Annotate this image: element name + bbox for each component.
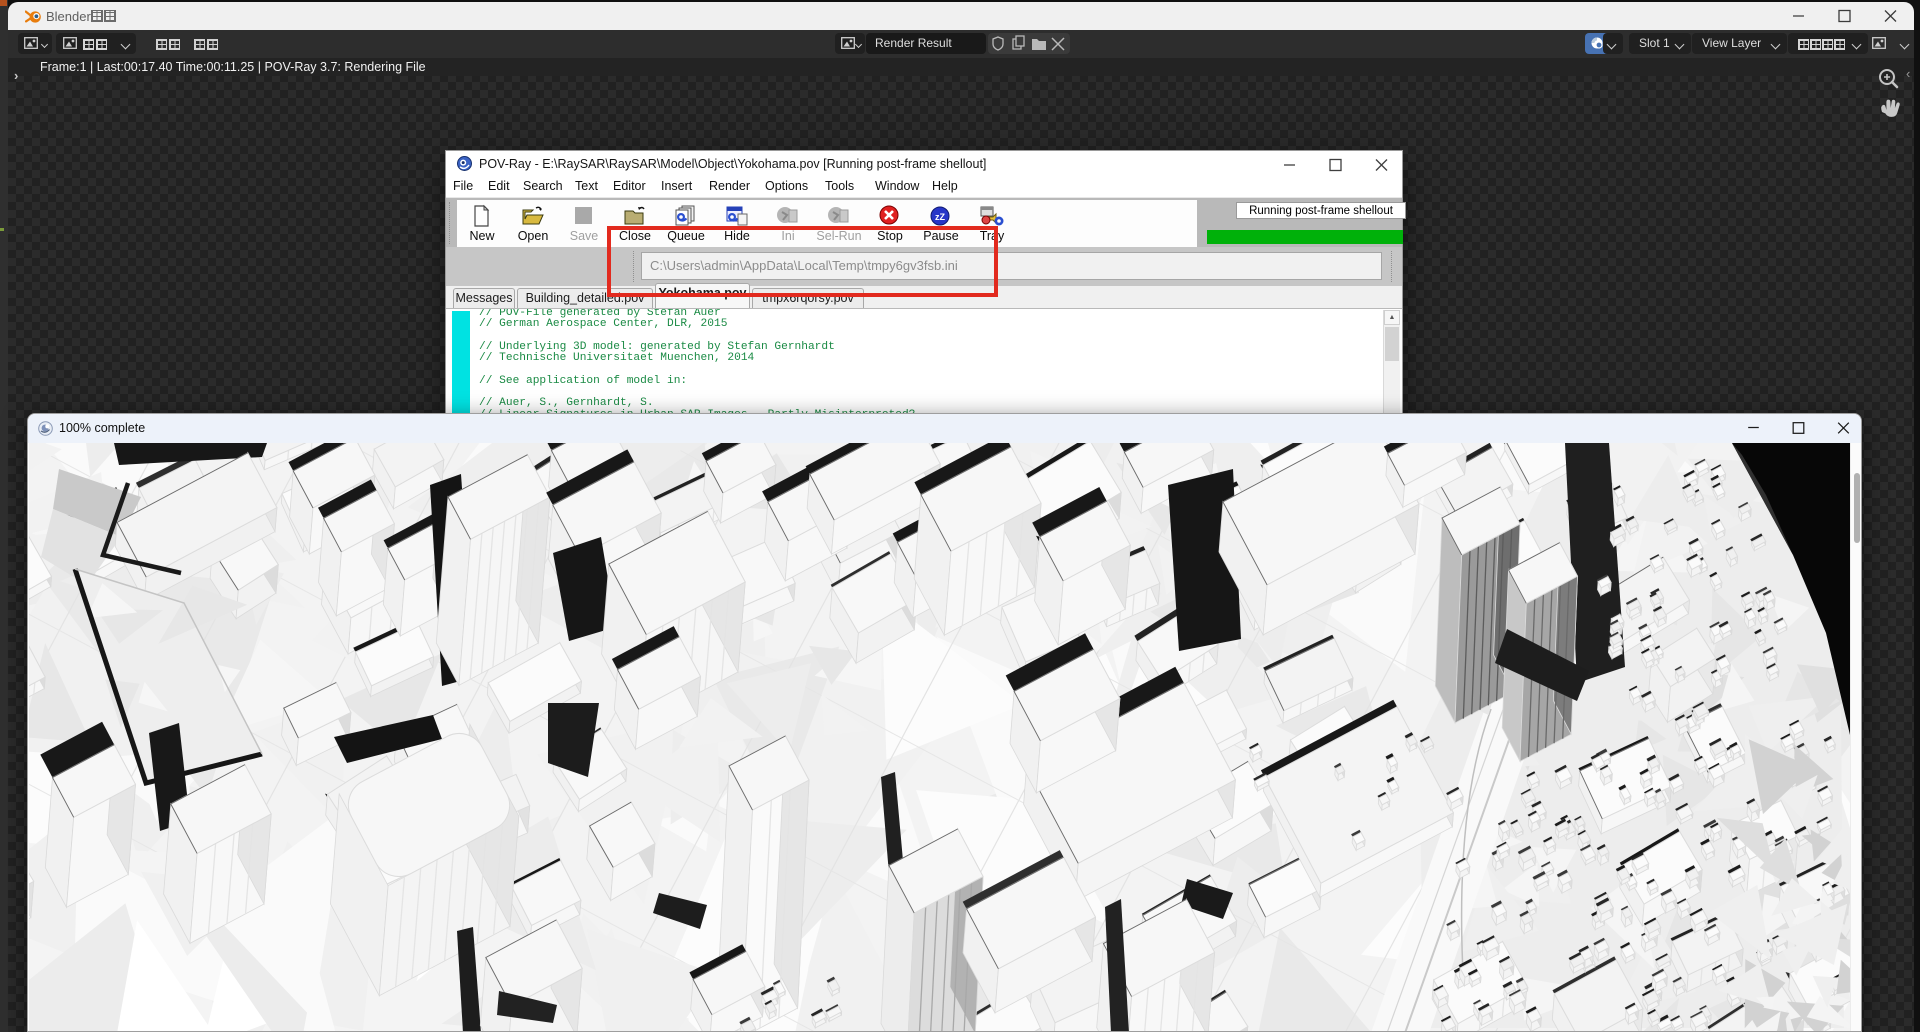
svg-text:zZ: zZ [935, 212, 946, 222]
